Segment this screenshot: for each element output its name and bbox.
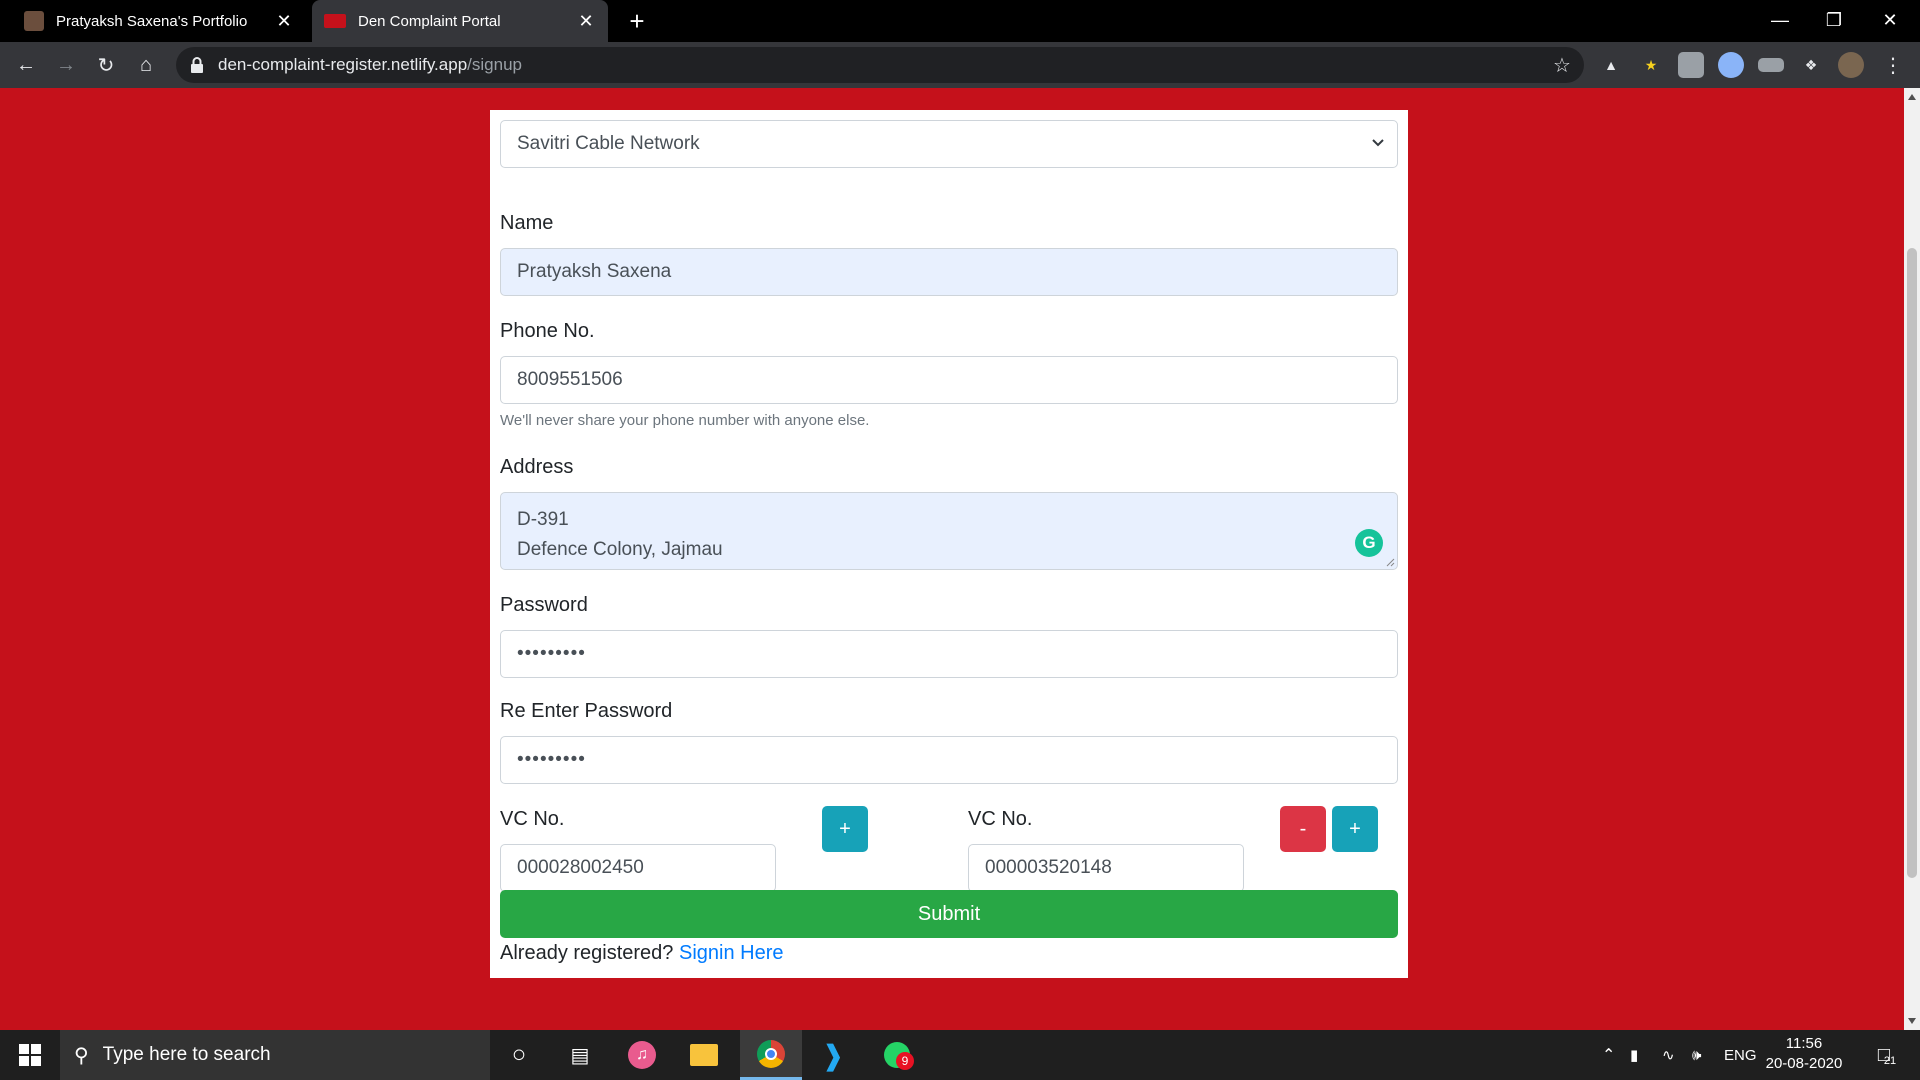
address-line-2: Defence Colony, Jajmau <box>517 539 723 560</box>
vc2-input-value: 000003520148 <box>985 857 1112 878</box>
show-hidden-icons[interactable]: ⌃ <box>1602 1030 1615 1080</box>
scroll-down-icon[interactable] <box>1908 1018 1916 1024</box>
lock-icon <box>191 57 203 73</box>
extension-icon-4[interactable] <box>1718 52 1744 78</box>
minimize-button[interactable]: — <box>1752 0 1808 40</box>
operator-select[interactable]: Savitri Cable Network <box>500 120 1398 168</box>
chrome-icon[interactable] <box>740 1030 802 1080</box>
scroll-up-icon[interactable] <box>1908 94 1916 100</box>
phone-hint: We'll never share your phone number with… <box>500 412 870 429</box>
windows-taskbar: ⚲ Type here to search ○ ▤ ♫ ❱ 9 ⌃ ▮ ∿ 🕪 … <box>0 1030 1920 1080</box>
search-icon: ⚲ <box>74 1044 89 1067</box>
windows-logo-icon <box>19 1044 41 1066</box>
grammarly-icon[interactable]: G <box>1355 529 1383 557</box>
resize-handle-icon[interactable] <box>1385 557 1395 567</box>
extensions-puzzle-icon[interactable]: ❖ <box>1798 52 1824 78</box>
browser-toolbar: ← → ↻ ⌂ den-complaint-register.netlify.a… <box>0 42 1920 88</box>
itunes-icon[interactable]: ♫ <box>618 1030 666 1080</box>
notification-center-icon[interactable]: □ 21 <box>1866 1030 1908 1080</box>
signin-link[interactable]: Signin Here <box>679 942 784 964</box>
tab-portfolio[interactable]: Pratyaksh Saxena's Portfolio ✕ <box>12 0 306 42</box>
name-input-value: Pratyaksh Saxena <box>517 261 672 282</box>
system-clock[interactable]: 11:56 20-08-2020 <box>1764 1034 1844 1074</box>
scrollbar-thumb[interactable] <box>1907 248 1917 878</box>
extension-star-icon[interactable]: ★ <box>1638 52 1664 78</box>
reenter-password-value: ••••••••• <box>517 749 586 770</box>
vc2-label: VC No. <box>968 808 1033 830</box>
url-text: den-complaint-register.netlify.app/signu… <box>218 55 522 75</box>
menu-kebab-icon[interactable]: ⋮ <box>1880 52 1906 78</box>
volume-icon[interactable]: 🕪 <box>1692 1030 1701 1080</box>
vc2-input[interactable]: 000003520148 <box>968 844 1244 892</box>
tab-title: Pratyaksh Saxena's Portfolio <box>56 12 248 30</box>
notification-count: 21 <box>1883 1055 1897 1067</box>
portfolio-favicon-icon <box>24 11 44 31</box>
profile-avatar[interactable] <box>1838 52 1864 78</box>
name-input[interactable]: Pratyaksh Saxena <box>500 248 1398 296</box>
phone-input[interactable]: 8009551506 <box>500 356 1398 404</box>
cortana-icon[interactable]: ○ <box>495 1030 543 1080</box>
password-input[interactable]: ••••••••• <box>500 630 1398 678</box>
phone-label: Phone No. <box>500 320 595 342</box>
already-registered-label: Already registered? <box>500 942 674 964</box>
den-favicon-icon <box>324 14 346 28</box>
close-tab-icon[interactable]: ✕ <box>572 7 600 35</box>
clock-date: 20-08-2020 <box>1765 1055 1843 1072</box>
vscode-icon[interactable]: ❱ <box>804 1030 862 1080</box>
new-tab-button[interactable]: + <box>622 6 652 36</box>
page-background: Savitri Cable Network Name Pratyaksh Sax… <box>0 88 1904 1030</box>
tab-title: Den Complaint Portal <box>358 12 501 30</box>
signup-form-card: Savitri Cable Network Name Pratyaksh Sax… <box>490 110 1408 978</box>
address-label: Address <box>500 456 574 478</box>
search-placeholder: Type here to search <box>102 1044 271 1065</box>
chevron-down-icon <box>1372 139 1384 147</box>
extension-icon-5[interactable] <box>1758 58 1784 72</box>
remove-vc-button[interactable]: - <box>1280 806 1326 852</box>
file-explorer-icon[interactable] <box>680 1030 728 1080</box>
already-registered-text: Already registered? Signin Here <box>500 942 784 965</box>
restore-button[interactable]: ❐ <box>1806 0 1862 40</box>
extension-icon-3[interactable] <box>1678 52 1704 78</box>
page-scrollbar[interactable] <box>1904 88 1920 1030</box>
name-label: Name <box>500 212 554 234</box>
browser-tab-bar: Pratyaksh Saxena's Portfolio ✕ Den Compl… <box>0 0 1920 42</box>
add-vc-button[interactable]: + <box>822 806 868 852</box>
reenter-password-input[interactable]: ••••••••• <box>500 736 1398 784</box>
tab-den-complaint-portal[interactable]: Den Complaint Portal ✕ <box>312 0 608 42</box>
phone-input-value: 8009551506 <box>517 369 623 390</box>
add-vc-button-2[interactable]: + <box>1332 806 1378 852</box>
whatsapp-icon[interactable]: 9 <box>868 1030 926 1080</box>
url-path: /signup <box>467 55 522 74</box>
password-input-value: ••••••••• <box>517 643 586 664</box>
close-tab-icon[interactable]: ✕ <box>270 7 298 35</box>
close-window-button[interactable]: ✕ <box>1862 0 1918 40</box>
clock-time: 11:56 <box>1785 1035 1823 1052</box>
vc1-input-value: 000028002450 <box>517 857 644 878</box>
extension-icon-1[interactable]: ▲ <box>1598 52 1624 78</box>
reload-button[interactable]: ↻ <box>90 49 122 81</box>
reenter-password-label: Re Enter Password <box>500 700 673 722</box>
address-line-1: D-391 <box>517 509 569 530</box>
task-view-icon[interactable]: ▤ <box>556 1030 604 1080</box>
battery-icon[interactable]: ▮ <box>1630 1030 1638 1080</box>
password-label: Password <box>500 594 588 616</box>
taskbar-search-box[interactable]: ⚲ Type here to search <box>60 1030 490 1080</box>
vc1-input[interactable]: 000028002450 <box>500 844 776 892</box>
back-button[interactable]: ← <box>10 49 42 81</box>
home-button[interactable]: ⌂ <box>130 49 162 81</box>
operator-select-value: Savitri Cable Network <box>517 133 700 154</box>
language-indicator[interactable]: ENG <box>1724 1030 1757 1080</box>
whatsapp-badge: 9 <box>896 1052 914 1070</box>
url-host: den-complaint-register.netlify.app <box>218 55 468 74</box>
vc1-label: VC No. <box>500 808 565 830</box>
bookmark-star-icon[interactable]: ☆ <box>1550 53 1574 77</box>
start-button[interactable] <box>0 1030 60 1080</box>
forward-button[interactable]: → <box>50 49 82 81</box>
address-textarea[interactable]: D-391 Defence Colony, Jajmau G <box>500 492 1398 570</box>
submit-button[interactable]: Submit <box>500 890 1398 938</box>
address-bar[interactable]: den-complaint-register.netlify.app/signu… <box>176 47 1584 83</box>
wifi-icon[interactable]: ∿ <box>1662 1030 1675 1080</box>
